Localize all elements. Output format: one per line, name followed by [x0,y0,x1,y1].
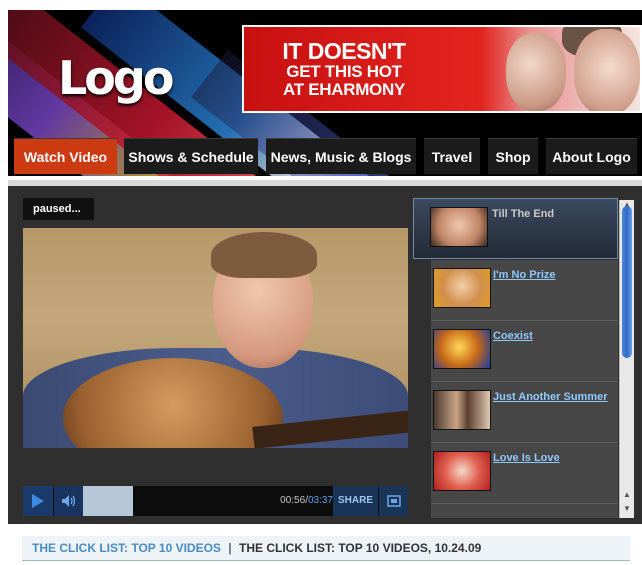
volume-button[interactable] [53,486,83,516]
playlist-item[interactable]: I'm No Prize [431,260,618,321]
video-thumbnail [433,329,491,369]
click-list-title: THE CLICK LIST: TOP 10 VIDEOS, 10.24.09 [238,541,482,555]
speaker-icon [61,495,75,507]
ad-line: AT EHARMONY [283,79,405,99]
video-player: paused... 00:56/03:37 SHARE Till The End [8,180,642,524]
playlist-item[interactable]: Love Is Love [431,443,618,504]
share-button[interactable]: SHARE [333,486,378,516]
time-current: 00:56 [280,495,306,506]
playlist-item[interactable]: Till The End [413,198,618,259]
playlist-scrollbar[interactable]: ▲ ▲ ▼ [619,200,634,518]
ad-line: IT DOESN'T [282,38,406,64]
nav-item-watch-video[interactable]: Watch Video [14,138,117,174]
scroll-down-icon[interactable]: ▼ [622,504,632,514]
progress-fill [83,486,134,516]
nav-item-travel[interactable]: Travel [424,138,480,174]
main-nav: Watch Video Shows & Schedule News, Music… [14,128,642,176]
video-thumbnail [433,268,491,308]
playlist-item[interactable]: Coexist [431,321,618,382]
time-total: 03:37 [307,495,333,506]
playlist-title: Till The End [492,208,555,220]
scrollbar-thumb[interactable] [622,206,632,358]
ad-photo [574,29,640,111]
video-thumbnail [433,451,491,491]
site-logo[interactable]: Logo [58,48,188,108]
player-status: paused... [23,198,94,220]
video-thumbnail [433,390,491,430]
nav-item-news-music-blogs[interactable]: News, Music & Blogs [266,138,416,174]
playlist-item[interactable]: Just Another Summer [431,382,618,443]
video-thumbnail [430,207,488,247]
play-icon [32,494,44,508]
nav-item-shows-schedule[interactable]: Shows & Schedule [124,138,258,174]
nav-item-about-logo[interactable]: About Logo [546,138,637,174]
playlist-title[interactable]: Just Another Summer [493,391,608,403]
playlist-title[interactable]: I'm No Prize [493,269,556,281]
progress-slider[interactable] [83,486,278,516]
ad-line: GET THIS HOT [286,62,402,82]
fullscreen-icon [386,495,401,507]
ad-photo [506,33,566,111]
time-readout: 00:56/03:37 [278,486,333,516]
nav-item-shop[interactable]: Shop [488,138,538,174]
video-playlist: Till The End I'm No Prize Coexist Just A… [413,198,618,518]
click-list-link[interactable]: THE CLICK LIST: TOP 10 VIDEOS [22,541,221,555]
playlist-title[interactable]: Love Is Love [493,452,560,464]
scroll-up-icon[interactable]: ▲ [622,490,632,500]
play-button[interactable] [23,486,53,516]
fullscreen-button[interactable] [378,486,408,516]
click-list-breadcrumb: THE CLICK LIST: TOP 10 VIDEOS | THE CLIC… [22,536,630,561]
video-screen[interactable] [23,228,408,448]
playlist-title[interactable]: Coexist [493,330,533,342]
ad-headline: IT DOESN'T GET THIS HOT AT EHARMONY [274,39,414,99]
ad-banner[interactable]: IT DOESN'T GET THIS HOT AT EHARMONY [242,25,642,113]
player-controls: 00:56/03:37 SHARE [23,486,408,516]
playlist-item[interactable] [431,504,618,518]
breadcrumb-separator: | [228,541,232,555]
video-still [211,232,317,278]
